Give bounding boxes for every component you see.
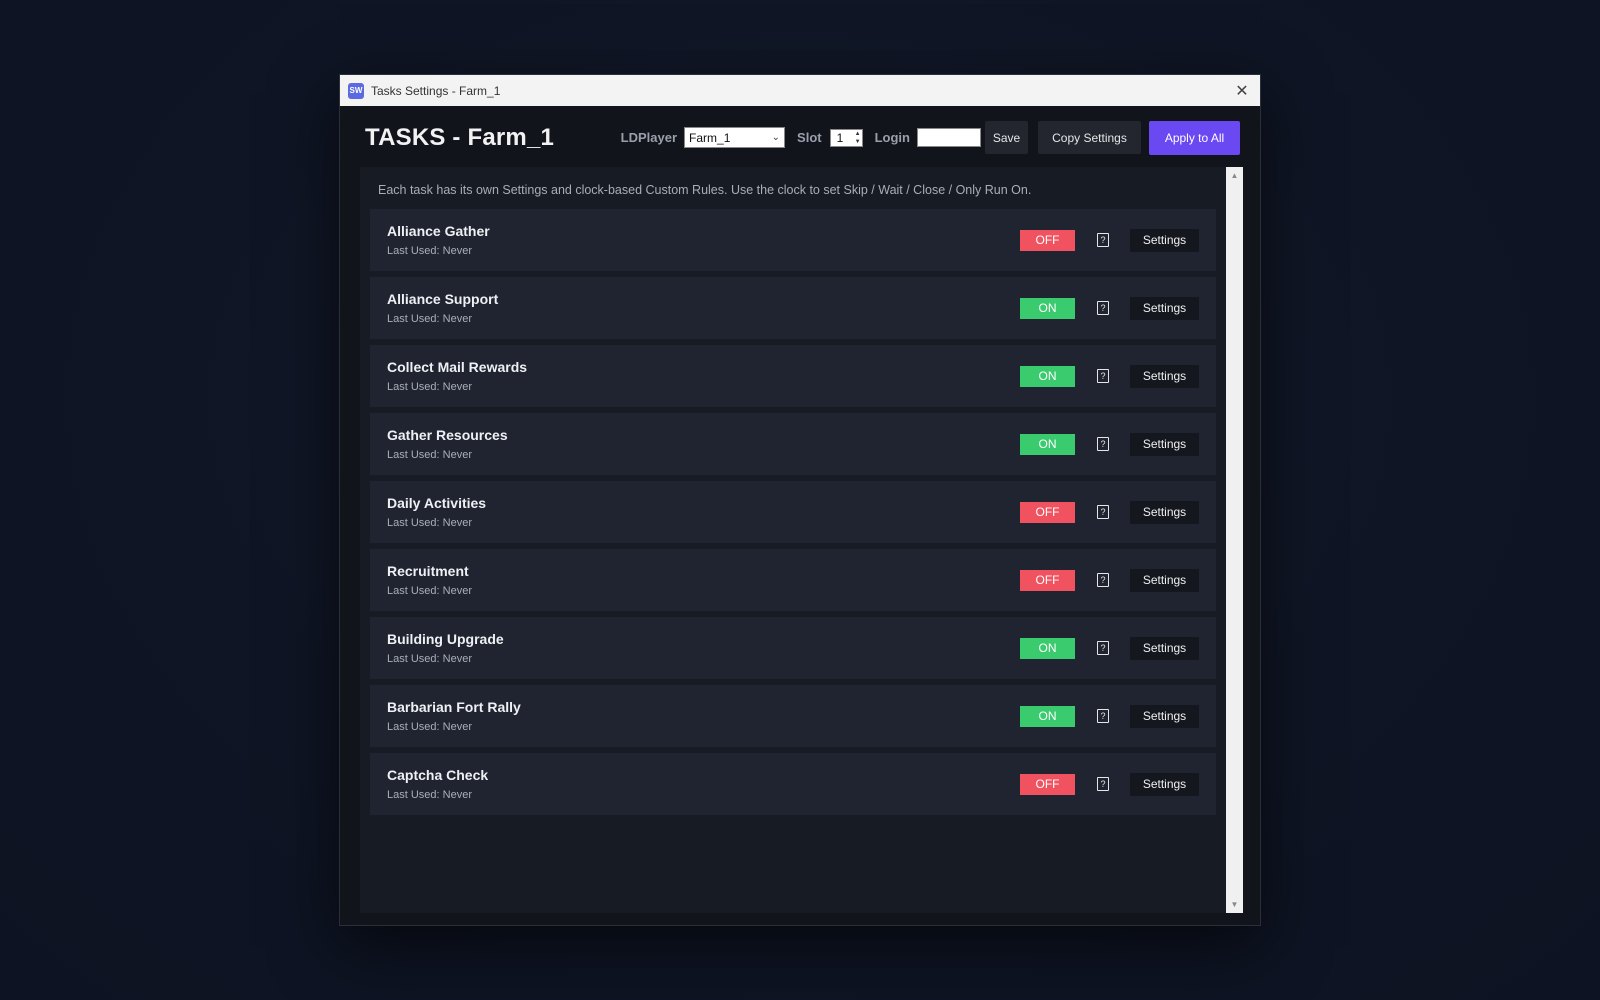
help-icon[interactable]: ? [1097, 505, 1109, 519]
task-last-used: Last Used: Never [387, 245, 472, 257]
apply-to-all-button[interactable]: Apply to All [1149, 120, 1240, 155]
task-name: Building Upgrade [387, 631, 504, 647]
task-settings-button[interactable]: Settings [1130, 432, 1199, 456]
task-toggle[interactable]: ON [1020, 365, 1075, 387]
scrollbar[interactable]: ▲ ▼ [1226, 167, 1243, 913]
task-info: Collect Mail Rewards Last Used: Never [387, 359, 527, 393]
help-icon[interactable]: ? [1097, 301, 1109, 315]
task-toggle[interactable]: ON [1020, 637, 1075, 659]
task-info: Building Upgrade Last Used: Never [387, 631, 504, 665]
task-last-used: Last Used: Never [387, 449, 472, 461]
task-info: Barbarian Fort Rally Last Used: Never [387, 699, 521, 733]
window-title: Tasks Settings - Farm_1 [371, 83, 501, 98]
task-toggle[interactable]: ON [1020, 705, 1075, 727]
stepper-down-icon[interactable]: ▼ [855, 138, 861, 146]
task-settings-button[interactable]: Settings [1130, 772, 1199, 796]
task-row: Building Upgrade Last Used: Never ON? Setti… [370, 617, 1216, 679]
help-icon[interactable]: ? [1097, 777, 1109, 791]
task-toggle[interactable]: ON [1020, 433, 1075, 455]
copy-settings-button[interactable]: Copy Settings [1038, 121, 1141, 154]
title-bar: SW Tasks Settings - Farm_1 ✕ [340, 75, 1260, 106]
task-last-used: Last Used: Never [387, 381, 472, 393]
chevron-down-icon: ⌄ [771, 132, 781, 143]
task-settings-button[interactable]: Settings [1130, 364, 1199, 388]
task-toggle[interactable]: ON [1020, 297, 1075, 319]
task-last-used: Last Used: Never [387, 789, 472, 801]
task-settings-button[interactable]: Settings [1130, 568, 1199, 592]
help-icon[interactable]: ? [1097, 641, 1109, 655]
help-icon[interactable]: ? [1097, 437, 1109, 451]
task-toggle[interactable]: OFF [1020, 773, 1075, 795]
task-row: Collect Mail Rewards Last Used: Never ON? S… [370, 345, 1216, 407]
task-info: Gather Resources Last Used: Never [387, 427, 508, 461]
task-info: Recruitment Last Used: Never [387, 563, 472, 597]
task-info: Alliance Support Last Used: Never [387, 291, 498, 325]
task-last-used: Last Used: Never [387, 313, 472, 325]
task-last-used: Last Used: Never [387, 517, 472, 529]
save-button[interactable]: Save [985, 121, 1028, 154]
ldplayer-select-value: Farm_1 [689, 130, 731, 145]
task-toggle[interactable]: OFF [1020, 569, 1075, 591]
ldplayer-label: LDPlayer [620, 130, 678, 145]
app-icon: SW [348, 82, 364, 99]
task-settings-button[interactable]: Settings [1130, 704, 1199, 728]
help-icon[interactable]: ? [1097, 369, 1109, 383]
close-icon[interactable]: ✕ [1232, 81, 1252, 101]
task-row: Daily Activities Last Used: Never OFF? Sett… [370, 481, 1216, 543]
task-toggle[interactable]: OFF [1020, 501, 1075, 523]
help-icon[interactable]: ? [1097, 573, 1109, 587]
task-row: Gather Resources Last Used: Never ON? Setti… [370, 413, 1216, 475]
help-icon[interactable]: ? [1097, 709, 1109, 723]
task-name: Captcha Check [387, 767, 489, 783]
task-toggle[interactable]: OFF [1020, 229, 1075, 251]
task-name: Recruitment [387, 563, 469, 579]
task-last-used: Last Used: Never [387, 585, 472, 597]
task-info: Alliance Gather Last Used: Never [387, 223, 490, 257]
tasks-panel: Each task has its own Settings and clock… [360, 167, 1226, 913]
task-row: Alliance Gather Last Used: Never OFF? Setti… [370, 209, 1216, 271]
task-settings-button[interactable]: Settings [1130, 296, 1199, 320]
task-info: Captcha Check Last Used: Never [387, 767, 488, 801]
scroll-down-icon[interactable]: ▼ [1226, 896, 1243, 913]
page-title: TASKS - Farm_1 [365, 123, 555, 151]
task-list: Alliance Gather Last Used: Never OFF? Setti… [360, 209, 1226, 815]
task-last-used: Last Used: Never [387, 653, 472, 665]
login-label: Login [874, 130, 910, 145]
task-name: Alliance Support [387, 291, 499, 307]
task-name: Daily Activities [387, 495, 487, 511]
task-settings-button[interactable]: Settings [1130, 500, 1199, 524]
task-row: Alliance Support Last Used: Never ON? Setti… [370, 277, 1216, 339]
task-row: Captcha Check Last Used: Never OFF? Setting… [370, 753, 1216, 815]
task-name: Alliance Gather [387, 223, 490, 239]
task-name: Collect Mail Rewards [387, 359, 528, 375]
help-icon[interactable]: ? [1097, 233, 1109, 247]
scroll-up-icon[interactable]: ▲ [1226, 167, 1243, 184]
stepper-up-icon[interactable]: ▲ [855, 130, 861, 138]
slot-stepper[interactable]: 1 ▲ ▼ [829, 128, 863, 147]
header-controls: LDPlayer Farm_1 ⌄ Slot 1 ▲ ▼ Login Save … [620, 120, 1240, 155]
task-name: Gather Resources [387, 427, 508, 443]
description-text: Each task has its own Settings and clock… [378, 183, 1032, 197]
task-settings-button[interactable]: Settings [1130, 636, 1199, 660]
task-last-used: Last Used: Never [387, 721, 472, 733]
task-name: Barbarian Fort Rally [387, 699, 521, 715]
login-input[interactable] [917, 128, 981, 147]
task-info: Daily Activities Last Used: Never [387, 495, 486, 529]
ldplayer-select[interactable]: Farm_1 ⌄ [684, 127, 786, 148]
slot-label: Slot [797, 130, 822, 145]
slot-value: 1 [836, 130, 844, 145]
header: TASKS - Farm_1 LDPlayer Farm_1 ⌄ Slot 1 … [340, 106, 1260, 169]
tasks-settings-window: SW Tasks Settings - Farm_1 ✕ TASKS - Far… [339, 74, 1261, 926]
task-row: Barbarian Fort Rally Last Used: Never ON? S… [370, 685, 1216, 747]
task-settings-button[interactable]: Settings [1130, 228, 1199, 252]
task-row: Recruitment Last Used: Never OFF? Settings [370, 549, 1216, 611]
